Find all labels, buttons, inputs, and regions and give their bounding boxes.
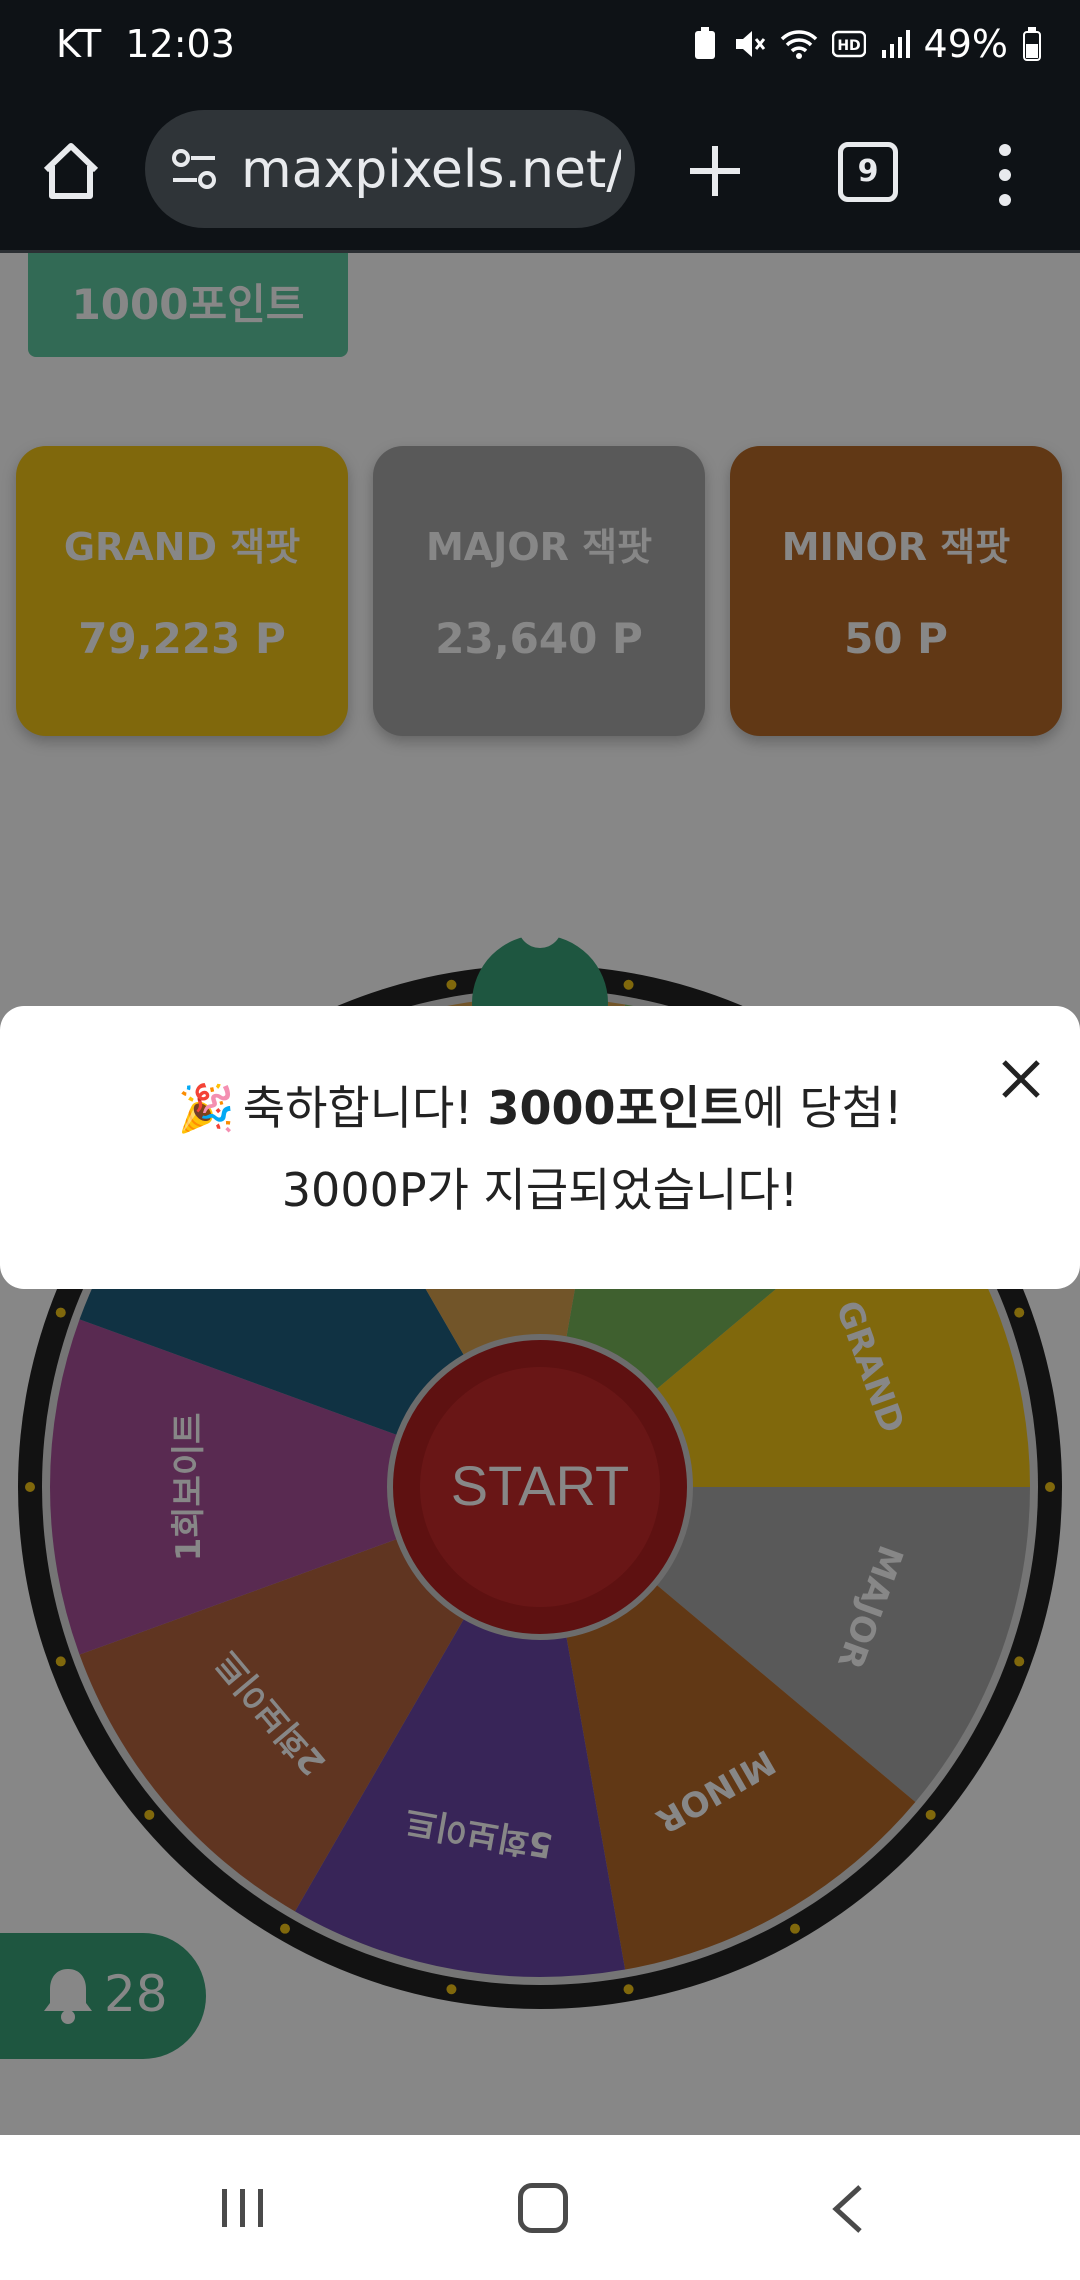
nav-home-button[interactable] (518, 2183, 568, 2233)
signal-icon (881, 30, 910, 58)
carrier-label: KT (56, 22, 102, 66)
battery-icon (1023, 27, 1041, 61)
back-icon[interactable] (828, 2183, 868, 2235)
win-message-prefix: 축하합니다! (242, 1081, 488, 1135)
mute-icon (735, 31, 765, 57)
tab-switcher-button[interactable]: 9 (838, 142, 898, 202)
more-menu-icon[interactable] (990, 140, 1020, 210)
clock: 12:03 (125, 22, 235, 66)
win-popup: 🎉 축하합니다! 3000포인트에 당첨! 3000P가 지급되었습니다! (0, 1006, 1080, 1289)
battery-saver-icon (694, 27, 715, 59)
address-bar[interactable]: maxpixels.net/p (145, 110, 635, 228)
party-popper-icon: 🎉 (177, 1081, 235, 1135)
browser-toolbar: maxpixels.net/p 9 (0, 100, 1080, 253)
win-message-suffix: 에 당첨! (742, 1081, 903, 1135)
home-icon[interactable] (36, 136, 106, 206)
win-message-line1: 🎉 축하합니다! 3000포인트에 당첨! (0, 1072, 1080, 1138)
site-settings-icon[interactable] (169, 144, 219, 194)
status-icons: HD 49% (692, 22, 1042, 66)
wifi-icon (780, 30, 817, 59)
status-left: KT 12:03 (56, 22, 235, 66)
battery-percent: 49% (923, 22, 1008, 66)
system-nav-bar (0, 2135, 1080, 2280)
url-text: maxpixels.net/p (241, 140, 621, 200)
hd-icon: HD (831, 30, 866, 58)
win-message-line2: 3000P가 지급되었습니다! (281, 1163, 799, 1217)
new-tab-icon[interactable] (680, 136, 750, 206)
recent-apps-icon[interactable] (218, 2185, 268, 2231)
win-message-points: 3000포인트 (487, 1081, 743, 1135)
svg-text:HD: HD (837, 38, 860, 54)
status-bar: KT 12:03 HD 49% (0, 0, 1080, 100)
close-icon[interactable] (1000, 1058, 1042, 1100)
